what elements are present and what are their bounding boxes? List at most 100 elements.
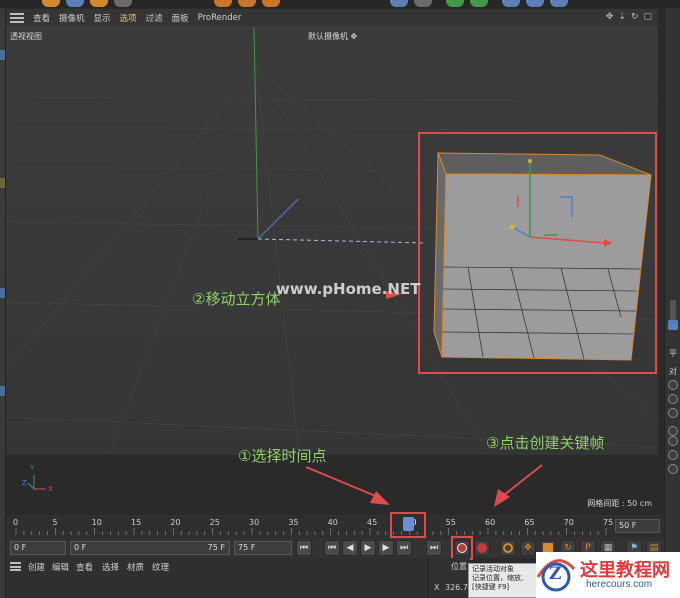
coord-position-title: 位置 <box>451 562 467 571</box>
next-frame-button[interactable]: ▶ <box>378 540 394 556</box>
axis-label-y: Y <box>30 464 35 472</box>
material-menu-texture[interactable]: 纹理 <box>152 561 169 573</box>
left-tool-marker[interactable] <box>0 288 5 298</box>
timeline-tick-label: 5 <box>52 518 58 527</box>
timeline-tick-label: 65 <box>524 518 535 527</box>
material-menu-edit[interactable]: 编辑 <box>52 561 69 573</box>
left-tool-marker[interactable] <box>0 50 5 60</box>
timeline-tick-label: 60 <box>485 518 496 527</box>
camera-label[interactable]: 默认摄像机 ✥ <box>308 31 357 42</box>
property-radio[interactable] <box>668 450 678 460</box>
tool-icon[interactable] <box>42 0 60 7</box>
site-logo: Z 这里教程网 herecours.com <box>536 552 680 598</box>
key-selection-button[interactable] <box>500 540 516 556</box>
next-key-button[interactable]: ⏭ <box>396 540 412 556</box>
generator-icon[interactable] <box>446 0 464 7</box>
property-radio[interactable] <box>668 464 678 474</box>
max-frame-field[interactable]: 75 F <box>234 541 292 555</box>
current-frame-field[interactable]: 0 F <box>10 541 66 555</box>
camera-label-text: 默认摄像机 <box>308 32 348 41</box>
scale-tool-icon[interactable] <box>90 0 108 7</box>
menu-panel[interactable]: 面板 <box>172 12 189 24</box>
material-menu-icon[interactable] <box>10 562 21 571</box>
timeline-playhead[interactable] <box>403 517 415 531</box>
timeline-tick-label: 15 <box>131 518 142 527</box>
menu-prorender[interactable]: ProRender <box>198 13 242 23</box>
timeline-ruler[interactable]: 051015202530354045505560657075 50 F <box>6 512 664 538</box>
axis-label-z: Z <box>22 479 27 487</box>
property-radio[interactable] <box>668 426 678 436</box>
timeline-tick-label: 35 <box>288 518 299 527</box>
camera-icon[interactable] <box>526 0 544 7</box>
menu-camera[interactable]: 摄像机 <box>59 12 85 24</box>
perspective-viewport[interactable]: 透视视图 默认摄像机 ✥ Y Z X www.pHome.NET ②移动立方体 … <box>6 27 658 515</box>
pan-icon[interactable]: ✥ <box>606 12 614 22</box>
panel-scrollbar[interactable] <box>670 300 676 320</box>
record-icon <box>457 543 467 553</box>
annotation-create-key: ③点击创建关键帧 <box>486 434 605 452</box>
range-start-value: 0 F <box>74 543 87 552</box>
panel-cube-icon[interactable] <box>668 320 678 330</box>
play-button[interactable]: ▶ <box>360 540 376 556</box>
material-menu-view[interactable]: 查看 <box>76 561 93 573</box>
render-icon[interactable] <box>214 0 232 7</box>
viewport-title: 透视视图 <box>10 32 42 41</box>
material-menu-create[interactable]: 创建 <box>28 561 45 573</box>
render-view-icon[interactable] <box>238 0 256 7</box>
menu-filter[interactable]: 过滤 <box>146 12 163 24</box>
annotation-move-cube: ②移动立方体 <box>192 290 281 308</box>
material-menu-select[interactable]: 选择 <box>102 561 119 573</box>
prev-key-button[interactable]: ⏮ <box>324 540 340 556</box>
attributes-panel-strip: 平 对 <box>664 8 680 598</box>
menu-display[interactable]: 显示 <box>94 12 111 24</box>
tooltip-shortcut: [快捷键 F9] <box>472 583 510 591</box>
rotate-tool-icon[interactable] <box>114 0 132 7</box>
left-tool-marker[interactable] <box>0 386 5 396</box>
move-tool-icon[interactable] <box>66 0 84 7</box>
rotate-view-icon[interactable]: ↻ <box>631 12 639 22</box>
viewport-nav-controls: ✥ ⇣ ↻ ▢ <box>606 12 652 22</box>
scene-icon[interactable] <box>502 0 520 7</box>
maximize-view-icon[interactable]: ▢ <box>643 12 652 22</box>
coord-x-value[interactable]: 326.7 <box>445 583 468 592</box>
property-radio[interactable] <box>668 436 678 446</box>
prev-frame-button[interactable]: ◀ <box>342 540 358 556</box>
timeline-tick-label: 75 <box>603 518 614 527</box>
range-end-value: 75 F <box>207 543 225 552</box>
watermark-text: www.pHome.NET <box>276 280 421 298</box>
range-start-field[interactable]: 0 F 75 F <box>70 541 230 555</box>
menu-options[interactable]: 选项 <box>120 12 137 24</box>
property-radio[interactable] <box>668 394 678 404</box>
left-tool-marker[interactable] <box>0 178 5 188</box>
auto-key-button[interactable] <box>474 540 490 556</box>
camera-icon: ✥ <box>348 32 358 41</box>
property-radio[interactable] <box>668 408 678 418</box>
spline-tool-icon[interactable] <box>414 0 432 7</box>
grid-spacing-label: 网格间距 : 50 cm <box>587 499 652 508</box>
zoom-icon[interactable]: ⇣ <box>618 12 626 22</box>
menu-view[interactable]: 查看 <box>33 12 50 24</box>
top-toolbar <box>0 0 680 8</box>
deformer-icon[interactable] <box>470 0 488 7</box>
goto-end-button[interactable]: ⏭ <box>426 540 442 556</box>
key-selection-icon <box>503 543 513 553</box>
world-z-axis <box>257 198 299 240</box>
timeline-tick-label: 40 <box>327 518 338 527</box>
menu-hamburger-icon[interactable] <box>10 12 24 24</box>
panel-tab-mode[interactable]: 平 <box>669 348 677 359</box>
render-settings-icon[interactable] <box>262 0 280 7</box>
material-manager: 创建 编辑 查看 选择 材质 纹理 <box>6 558 428 598</box>
timeline-tick-label: 70 <box>563 518 574 527</box>
record-key-button[interactable] <box>454 540 470 556</box>
key-position-button[interactable]: ✥ <box>520 540 536 556</box>
timeline-tick-label: 30 <box>249 518 260 527</box>
property-radio[interactable] <box>668 380 678 390</box>
panel-tab-object[interactable]: 对 <box>669 366 677 377</box>
end-frame-field[interactable]: 50 F <box>615 519 660 533</box>
light-icon[interactable] <box>550 0 568 7</box>
goto-start-button[interactable]: ⏮ <box>296 540 312 556</box>
cube-tool-icon[interactable] <box>390 0 408 7</box>
timeline-tick-label: 0 <box>13 518 19 527</box>
material-menu-material[interactable]: 材质 <box>127 561 144 573</box>
logo-url: herecours.com <box>586 579 653 590</box>
